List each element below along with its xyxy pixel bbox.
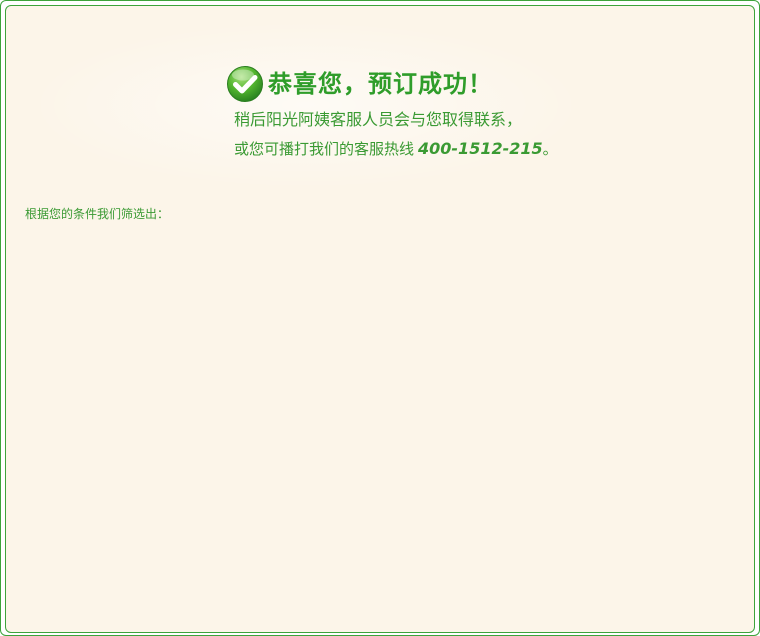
success-title-row: 恭喜您，预订成功！ bbox=[226, 64, 606, 104]
hotline-number: 400-1512-215 bbox=[418, 139, 543, 158]
contact-notice: 稍后阳光阿姨客服人员会与您取得联系， bbox=[234, 110, 523, 129]
success-message: 恭喜您，预订成功！ 稍后阳光阿姨客服人员会与您取得联系， 或您可播打我们的客服热… bbox=[226, 64, 606, 164]
check-circle-icon bbox=[227, 66, 263, 102]
outer-frame: 恭喜您，预订成功！ 稍后阳光阿姨客服人员会与您取得联系， 或您可播打我们的客服热… bbox=[0, 0, 760, 636]
content-panel: 恭喜您，预订成功！ 稍后阳光阿姨客服人员会与您取得联系， 或您可播打我们的客服热… bbox=[5, 5, 755, 633]
hotline-prefix: 或您可播打我们的客服热线 bbox=[234, 140, 415, 158]
hotline-suffix: 。 bbox=[542, 140, 558, 158]
hotline-notice: 或您可播打我们的客服热线 400-1512-215。 bbox=[234, 134, 606, 164]
success-title: 恭喜您，预订成功！ bbox=[268, 70, 493, 98]
results-label: 根据您的条件我们筛选出： bbox=[25, 207, 170, 221]
